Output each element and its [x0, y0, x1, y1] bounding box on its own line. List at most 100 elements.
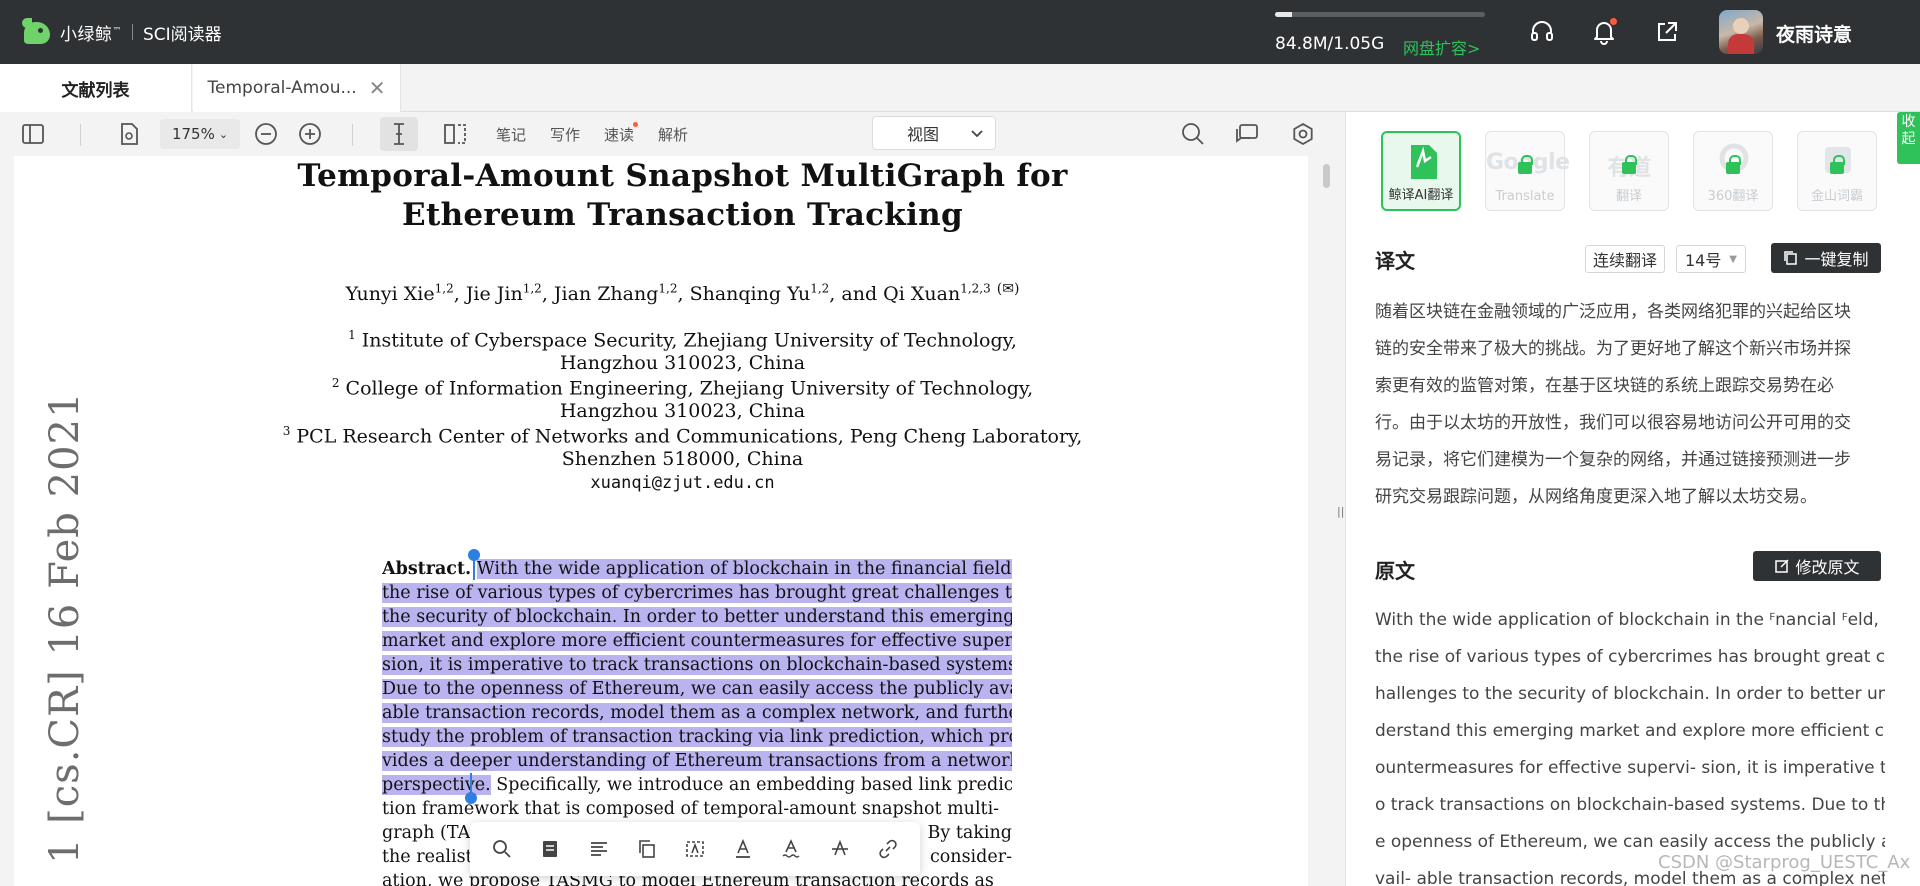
original-line: derstand this emerging market and explor… — [1375, 721, 1885, 741]
notes-button[interactable]: 笔记 — [494, 120, 528, 148]
app-logo[interactable]: 小绿鲸™ SCI阅读器 — [22, 18, 222, 46]
search-icon[interactable] — [488, 835, 516, 863]
edit-original-button[interactable]: 修改原文 — [1753, 551, 1881, 581]
abstract-line[interactable]: study the problem of transaction trackin… — [382, 725, 1012, 749]
sidebar-toggle-icon[interactable] — [18, 120, 48, 148]
panel-resize-handle[interactable]: || — [1337, 505, 1345, 518]
zoom-out-icon[interactable] — [252, 120, 280, 148]
author-affil-sup: 1,2 — [810, 282, 830, 296]
affiliation-2-line-2: Hangzhou 310023, China — [559, 400, 806, 422]
split-view-icon[interactable] — [440, 120, 470, 148]
page-settings-icon[interactable] — [114, 120, 144, 148]
original-line: hallenges to the security of blockchain.… — [1375, 684, 1885, 704]
author-name: Qi Xuan — [883, 283, 961, 306]
strikethrough-icon[interactable] — [826, 835, 854, 863]
paper-authors: Yunyi Xie1,2, Jie Jin1,2, Jian Zhang1,2,… — [14, 281, 1308, 305]
selection-end-handle[interactable] — [465, 792, 477, 804]
affiliation-2-line-1: 2 College of Information Engineering, Zh… — [331, 376, 1034, 400]
username[interactable]: 夜雨诗意 — [1776, 20, 1852, 47]
author-separator: , and — [829, 283, 884, 306]
search-icon[interactable] — [1178, 120, 1208, 148]
abstract-line[interactable]: the security of blockchain. In order to … — [382, 605, 1012, 629]
chevron-down-icon: ⌄ — [218, 127, 229, 141]
abstract-label: Abstract. — [382, 559, 472, 579]
logo-divider — [132, 24, 133, 40]
storage-usage: 84.8M/1.05G 网盘扩容> — [1275, 12, 1485, 58]
paper-title-line-2: Ethereum Transaction Tracking — [402, 197, 963, 233]
abstract-line[interactable]: able transaction records, model them as … — [382, 701, 1012, 725]
notebook-icon[interactable] — [536, 835, 564, 863]
avatar[interactable] — [1719, 10, 1763, 54]
translation-line: 研究交易跟踪问题，从网络角度更深入地了解以太坊交易。 — [1375, 487, 1817, 507]
wavy-underline-icon[interactable] — [777, 835, 805, 863]
speed-read-label: 速读 — [603, 125, 634, 144]
original-line: o track transactions on blockchain-based… — [1375, 795, 1885, 815]
continuous-translate-button[interactable]: 连续翻译 — [1585, 245, 1665, 273]
author-name: Jie Jin — [465, 283, 523, 306]
csdn-watermark: CSDN @Starprog_UESTC_Ax — [1658, 852, 1911, 873]
engine-jinshan[interactable]: 金山词霸 — [1797, 131, 1877, 211]
original-text[interactable]: With the wide application of blockchain … — [1375, 602, 1885, 886]
vertical-scrollbar[interactable] — [1320, 156, 1332, 886]
scrollbar-thumb[interactable] — [1323, 164, 1330, 188]
engine-google[interactable]: Google Translate — [1485, 131, 1570, 211]
engine-youdao[interactable]: 有道 翻译 — [1589, 131, 1669, 211]
translation-text[interactable]: 随着区块链在金融领域的广泛应用，各类网络犯罪的兴起给区块 链的安全带来了极大的挑战… — [1375, 294, 1885, 516]
speed-read-button[interactable]: 速读 — [602, 120, 638, 148]
lock-icon — [1518, 155, 1533, 174]
collapse-panel-button[interactable]: 收起 — [1897, 112, 1920, 164]
translation-line: 索更有效的监管对策，在基于区块链的系统上跟踪交易势在必 — [1375, 376, 1834, 396]
author-name: Yunyi Xie — [345, 283, 435, 306]
tab-document[interactable]: Temporal-Amou... ✕ — [193, 64, 401, 112]
notification-dot — [1610, 18, 1617, 25]
abstract-line[interactable]: perspective. Specifically, we introduce … — [382, 773, 1012, 797]
underline-icon[interactable] — [729, 835, 757, 863]
gear-icon[interactable] — [1288, 120, 1318, 148]
arxiv-stamp: 1 [cs.CR] 16 Feb 2021 — [42, 391, 88, 864]
bell-notification-icon[interactable] — [1590, 18, 1618, 46]
engine-360[interactable]: 360翻译 — [1693, 131, 1773, 211]
zoom-level-select[interactable]: 175% ⌄ — [160, 119, 240, 149]
abstract-line[interactable]: Abstract. With the wide application of b… — [382, 557, 1012, 581]
abstract-line[interactable]: sion, it is imperative to track transact… — [382, 653, 1012, 677]
copy-all-button[interactable]: 一键复制 — [1771, 243, 1881, 273]
font-size-select[interactable]: 14号 ▼ — [1676, 245, 1746, 273]
abstract-line[interactable]: the rise of various types of cybercrimes… — [382, 581, 1012, 605]
tab-literature-list[interactable]: 文献列表 — [0, 64, 192, 112]
document-viewer[interactable]: Temporal-Amount Snapshot MultiGraph for … — [0, 156, 1345, 886]
external-link-icon[interactable] — [1653, 18, 1681, 46]
close-icon[interactable]: ✕ — [369, 76, 386, 100]
zoom-level-value: 175% — [171, 125, 215, 143]
author-name: Jian Zhang — [553, 283, 659, 306]
envelope-icon: (✉) — [996, 281, 1020, 297]
abstract-line[interactable]: market and explore more efficient counte… — [382, 629, 1012, 653]
headset-support-icon[interactable] — [1528, 18, 1556, 46]
write-button[interactable]: 写作 — [548, 120, 582, 148]
engine-whale-ai[interactable]: 鲸译AI翻译 — [1381, 131, 1461, 211]
translation-line: 行。由于以太坊的开放性，我们可以很容易地访问公开可用的交 — [1375, 413, 1851, 433]
text-box-icon[interactable] — [681, 835, 709, 863]
copy-icon[interactable] — [633, 835, 661, 863]
link-icon[interactable] — [874, 835, 902, 863]
whale-logo-icon — [22, 18, 52, 46]
author-affil-sup: 1,2 — [522, 282, 542, 296]
abstract-line[interactable]: vides a deeper understanding of Ethereum… — [382, 749, 1012, 773]
comment-icon[interactable] — [1232, 120, 1262, 148]
translation-line: 易记录，将它们建模为一个复杂的网络，并通过链接预测进一步 — [1375, 450, 1851, 470]
storage-upgrade-link[interactable]: 网盘扩容> — [1403, 35, 1480, 59]
storage-text: 84.8M/1.05G — [1275, 34, 1385, 54]
translation-title: 译文 — [1375, 249, 1415, 273]
abstract-line[interactable]: tion framework that is composed of tempo… — [382, 797, 1012, 821]
selection-popup-toolbar — [470, 822, 920, 876]
analyze-button[interactable]: 解析 — [656, 120, 690, 148]
align-text-icon[interactable] — [585, 835, 613, 863]
pdf-page[interactable]: Temporal-Amount Snapshot MultiGraph for … — [14, 156, 1308, 886]
zoom-in-icon[interactable] — [296, 120, 324, 148]
text-select-cursor-icon[interactable] — [380, 117, 418, 151]
selection-start-handle[interactable] — [468, 549, 480, 561]
author-affil-sup: 1,2 — [434, 282, 454, 296]
author-email: xuanqi@zjut.edu.cn — [590, 473, 775, 493]
view-select[interactable]: 视图 — [872, 116, 996, 150]
abstract-line[interactable]: Due to the openness of Ethereum, we can … — [382, 677, 1012, 701]
original-line: With the wide application of blockchain … — [1375, 610, 1879, 630]
